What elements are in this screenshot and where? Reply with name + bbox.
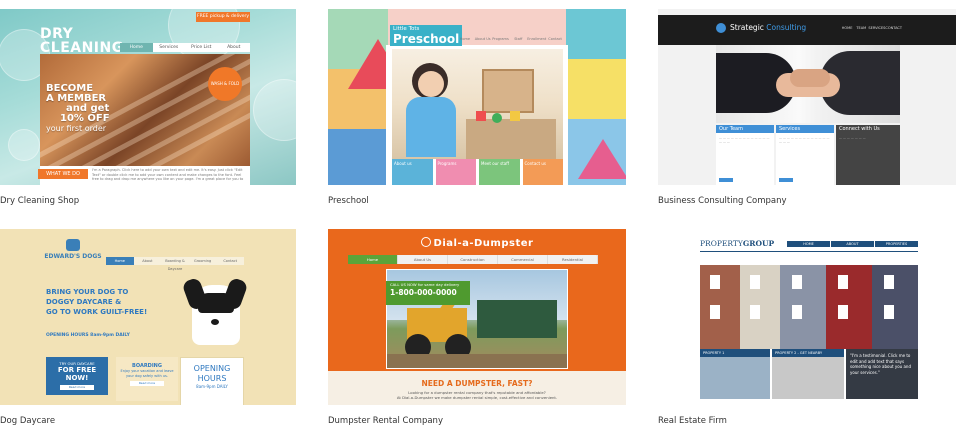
nav-item: Home (106, 257, 134, 265)
content-columns: Our Team — — — — — — — — — — — — — — — —… (716, 125, 900, 185)
nav-item: Programs (492, 37, 509, 41)
nav-item: Grooming (193, 259, 212, 263)
decor-bubble (253, 79, 296, 141)
site-nav: HOME ABOUT PROPERTIES (786, 241, 918, 247)
property-tiles: PROPERTY 1 PROPERTY 2 - GET NEARBY "I'm … (700, 349, 918, 399)
nav-item: Contact (548, 37, 562, 41)
template-card-dry-cleaning[interactable]: FREE pickup & delivery DRY CLEANING Home… (0, 9, 296, 185)
nav-item: Home (348, 255, 398, 264)
card-caption[interactable]: Real Estate Firm (658, 416, 727, 426)
divider (700, 251, 918, 252)
section-label: WHAT WE DO (38, 169, 88, 179)
decor-bubble (8, 129, 40, 161)
recycle-icon (420, 237, 431, 247)
site-nav: Home About Us Programs Staff Enrollment … (456, 36, 564, 42)
nav-item: About Us (398, 255, 448, 264)
property-tile: PROPERTY 2 - GET NEARBY (772, 349, 844, 399)
nav-item: SERVICES (868, 26, 886, 30)
site-nav: Home About Boarding & Daycare Grooming C… (106, 257, 244, 271)
site-title: Dial-a-Dumpster (328, 237, 626, 249)
site-logo: PROPERTYGROUP (700, 239, 775, 248)
nav-item: HOME (787, 241, 830, 247)
template-card-business-consulting[interactable]: Strategic Consulting HOME TEAM SERVICES … (658, 9, 956, 185)
call-now-callout: CALL US NOW for same day delivery 1-800-… (386, 281, 470, 305)
nav-item: PROPERTIES (875, 241, 918, 247)
subtext: Looking for a dumpster rental company th… (396, 390, 558, 400)
site-brand: Strategic Consulting (730, 23, 807, 32)
nav-item: About (142, 259, 153, 263)
column-contact: Connect with Us — — — — — — — (836, 125, 900, 185)
dog-logo-icon (66, 239, 80, 251)
nav-item: Staff (514, 37, 523, 41)
paragraph-text: I'm a Paragraph. Click here to add your … (92, 168, 244, 181)
nav-item: Price List (191, 45, 212, 50)
read-more-button: Read more (60, 385, 94, 390)
hours-line: OPENING HOURS 8am-9pm DAILY (46, 333, 130, 338)
nav-item: ABOUT (831, 241, 874, 247)
feature-box: Programs (435, 159, 476, 185)
hero-headline: BRING YOUR DOG TO DOGGY DAYCARE & GO TO … (46, 288, 148, 316)
nav-item: About (227, 45, 241, 50)
card-caption[interactable]: Business Consulting Company (658, 196, 787, 206)
wash-fold-badge: WASH & FOLD (208, 67, 242, 101)
promo-banner: FREE pickup & delivery (196, 12, 250, 22)
card-caption[interactable]: Dumpster Rental Company (328, 416, 443, 426)
hero-photo-handshake (716, 45, 900, 123)
card-caption[interactable]: Dry Cleaning Shop (0, 196, 79, 206)
testimonial-box: "I'm a testimonial. Click me to edit and… (846, 349, 918, 399)
card-caption[interactable]: Dog Daycare (0, 416, 55, 426)
nav-item: Home (459, 37, 471, 41)
column-team: Our Team — — — — — — — — — — — — — — — — (716, 125, 774, 185)
site-header (658, 15, 956, 45)
feature-boxes: About us Programs Meet our staff Contact… (392, 159, 563, 185)
template-card-dumpster-rental[interactable]: Dial-a-Dumpster Home About Us Constructi… (328, 229, 626, 405)
opening-hours-box: OPENING HOURS 8am-9pm DAILY (180, 357, 244, 405)
card-caption[interactable]: Preschool (328, 196, 369, 206)
boarding-box: BOARDING Enjoy your vacation and leave y… (116, 357, 178, 401)
read-more-button: Read more (130, 381, 164, 386)
hero-photo-houses (700, 265, 918, 349)
hero-text: BECOME A MEMBER and get 10% OFF your fir… (46, 83, 110, 134)
logo-icon (716, 23, 726, 33)
nav-item: HOME (841, 26, 853, 30)
nav-item: Residential (548, 255, 598, 264)
feature-box: Contact us (522, 159, 563, 185)
column-services: Services — — — — — — — — — — — — — — — — (776, 125, 834, 185)
template-card-dog-daycare[interactable]: EDWARD'S DOGS Home About Boarding & Dayc… (0, 229, 296, 405)
nav-item: CONTACT (885, 26, 902, 30)
nav-item: Enrollment (527, 37, 547, 41)
dog-photo (181, 276, 249, 351)
template-card-preschool[interactable]: Little Tots Preschool Home About Us Prog… (328, 9, 626, 185)
hero-photo-child-playing (392, 49, 563, 159)
site-nav: HOME TEAM SERVICES CONTACT (840, 25, 902, 31)
site-title: DRY CLEANING (40, 26, 124, 56)
site-title: Little Tots Preschool (390, 25, 463, 46)
nav-item: Boarding & Daycare (165, 259, 185, 271)
template-card-real-estate[interactable]: PROPERTYGROUP HOME ABOUT PROPERTIES PROP… (658, 229, 956, 405)
nav-item: Home (120, 43, 153, 52)
property-tile: PROPERTY 1 (700, 349, 770, 399)
nav-item: Contact (223, 259, 237, 263)
nav-item: Commercial (498, 255, 548, 264)
nav-item: TEAM (856, 26, 867, 30)
nav-item: About Us (474, 37, 491, 41)
headline-question: NEED A DUMPSTER, FAST? (421, 379, 533, 388)
feature-box: Meet our staff (479, 159, 520, 185)
site-logo: EDWARD'S DOGS (38, 239, 108, 269)
site-nav: Home Services Price List About (120, 43, 250, 52)
nav-item: Construction (448, 255, 498, 264)
feature-box: About us (392, 159, 433, 185)
site-nav: Home About Us Construction Commercial Re… (348, 255, 598, 264)
daycare-promo-box: TRY OUR DAYCARE FOR FREE NOW! Read more (46, 357, 108, 395)
nav-item: Services (159, 45, 179, 50)
